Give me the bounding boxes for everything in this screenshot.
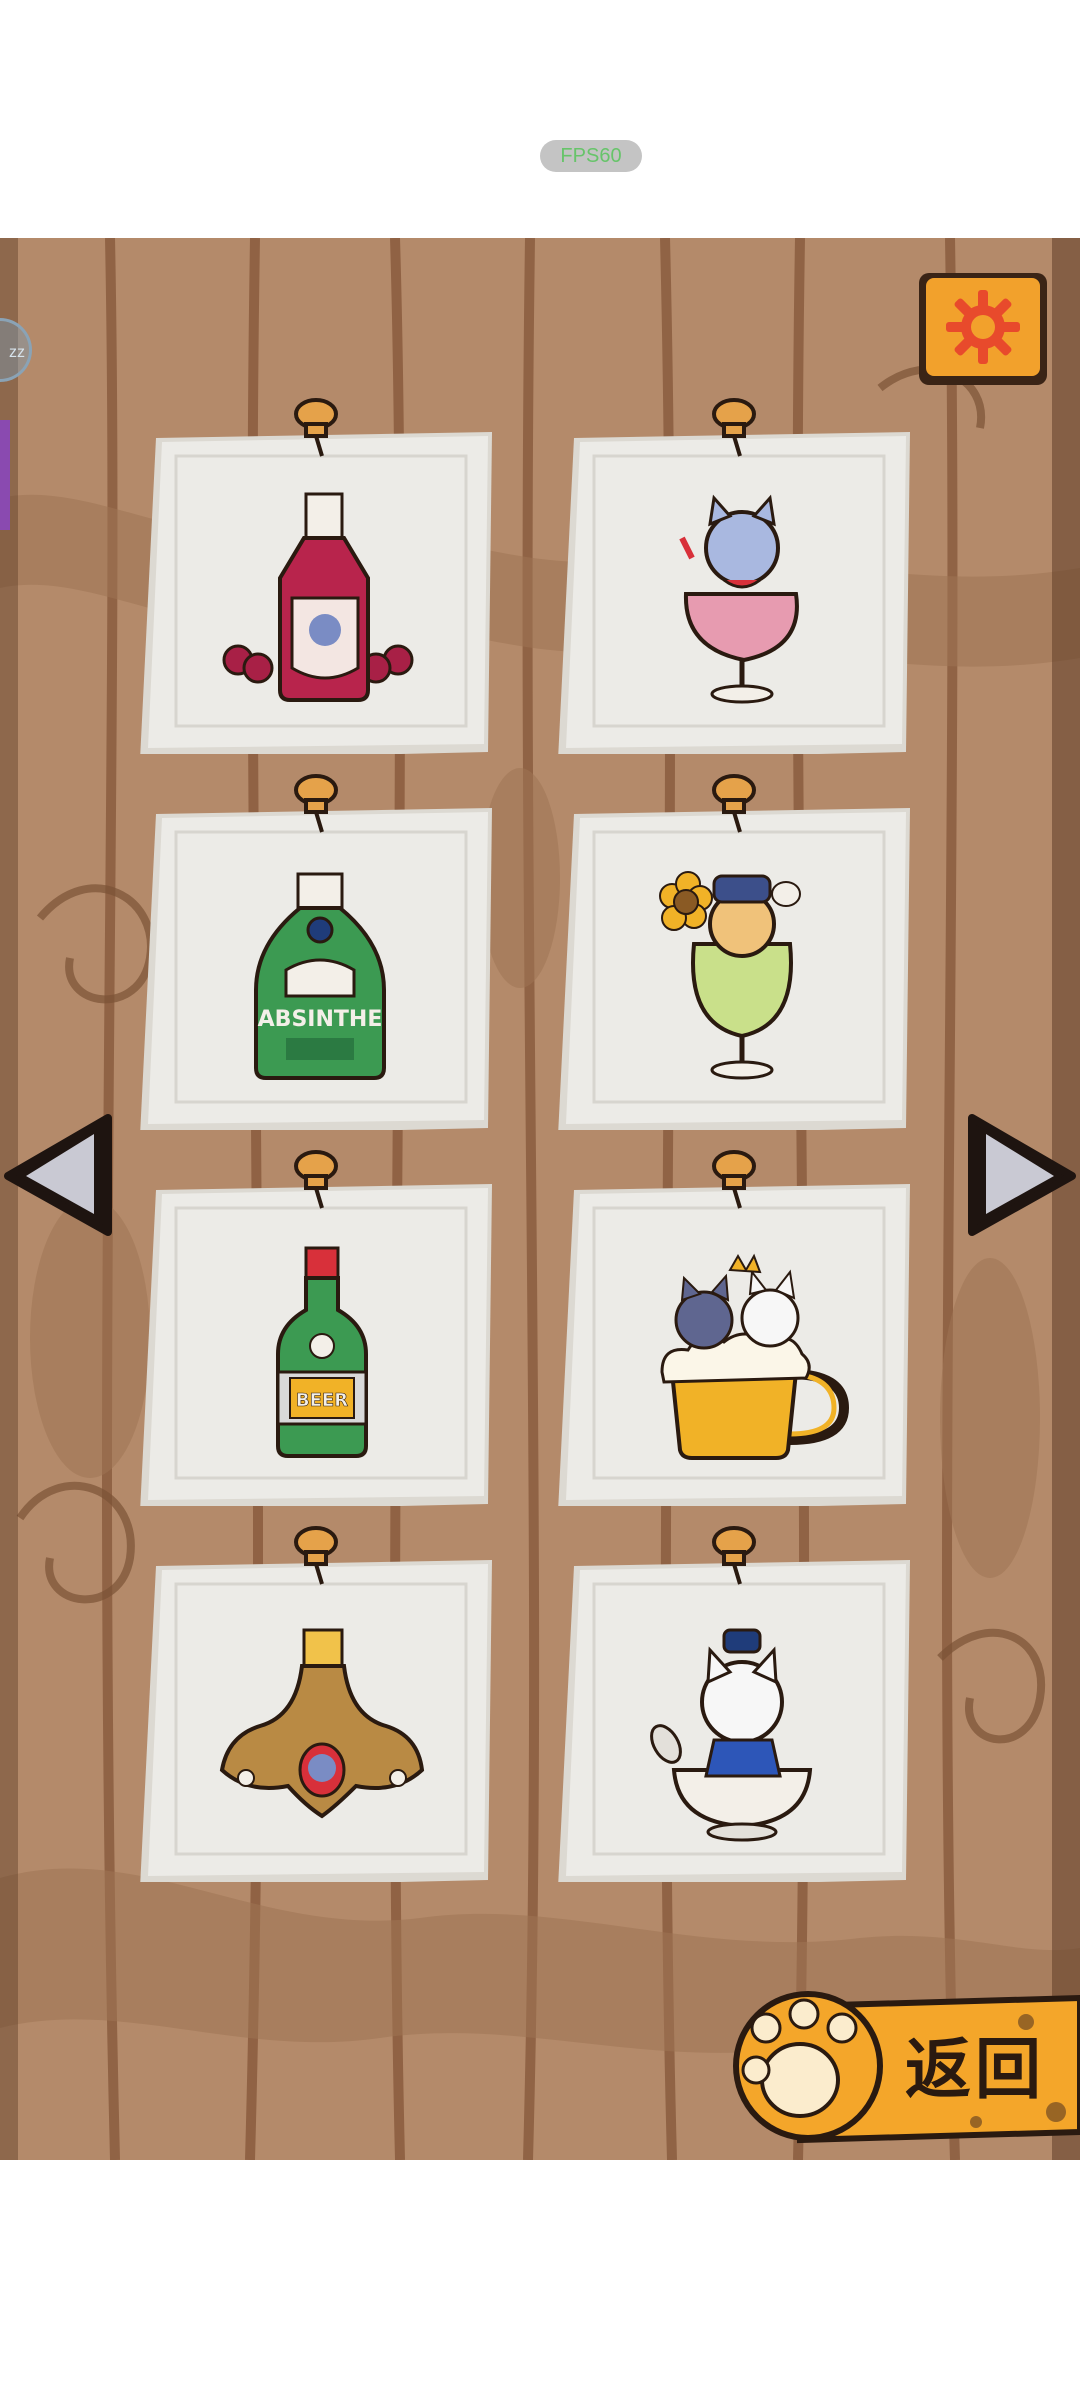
side-edge-tab[interactable] bbox=[0, 420, 10, 530]
drink-card-1[interactable] bbox=[136, 398, 496, 754]
drink-card-2[interactable] bbox=[554, 398, 914, 754]
settings-button[interactable] bbox=[916, 270, 1050, 388]
fps-counter: FPS60 bbox=[540, 140, 642, 172]
drink-card-8[interactable] bbox=[554, 1526, 914, 1882]
left-arrow-icon[interactable] bbox=[0, 1110, 120, 1240]
drink-card-4[interactable] bbox=[554, 774, 914, 1130]
absinthe-label: ABSINTHE bbox=[258, 1007, 383, 1032]
drink-card-6[interactable] bbox=[554, 1150, 914, 1506]
paw-icon bbox=[733, 1991, 883, 2141]
beer-label: BEER bbox=[296, 1390, 348, 1411]
right-arrow-icon[interactable] bbox=[960, 1110, 1080, 1240]
back-button-label: 返回 bbox=[905, 2031, 1045, 2108]
game-screen: FPS60 zz ABSINTHE BEER 返回 bbox=[0, 0, 1080, 2400]
drink-card-3[interactable]: ABSINTHE bbox=[136, 774, 496, 1130]
drink-card-5[interactable]: BEER bbox=[136, 1150, 496, 1506]
drink-card-7[interactable] bbox=[136, 1526, 496, 1882]
